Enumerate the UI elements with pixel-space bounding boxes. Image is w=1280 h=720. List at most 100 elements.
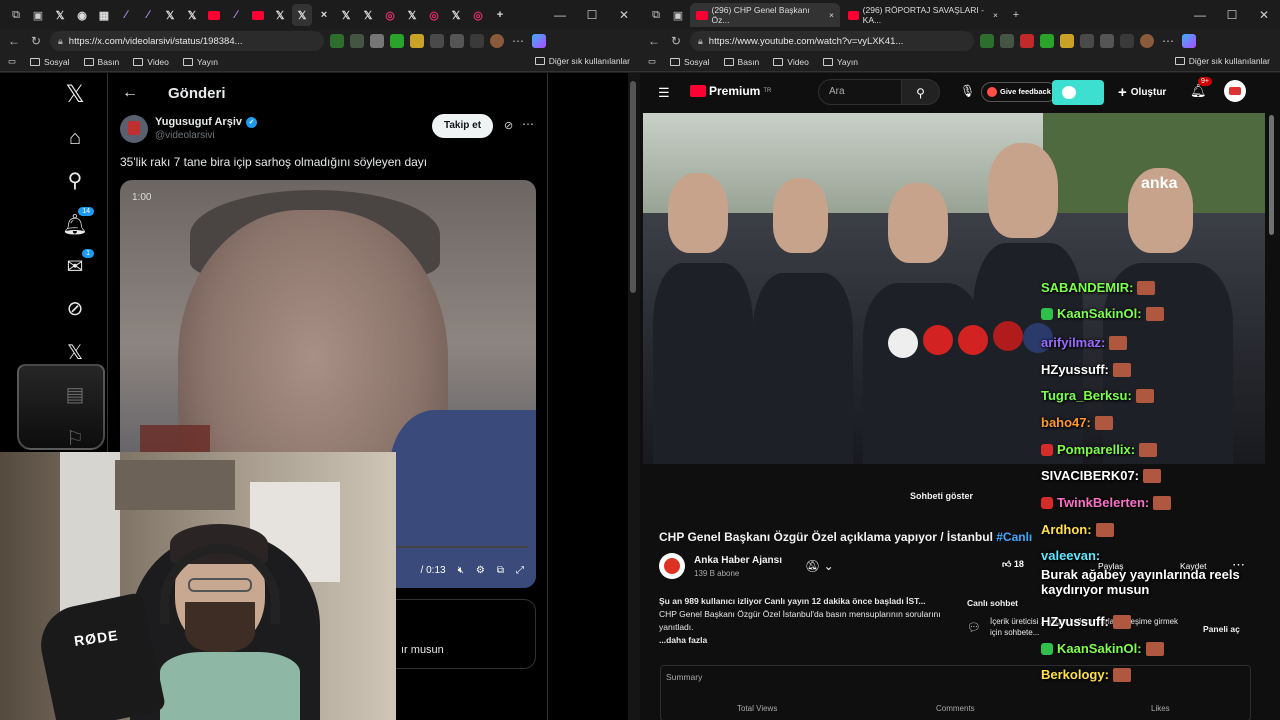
more-icon[interactable]: ⋯ (510, 34, 526, 48)
description-box[interactable]: Şu an 989 kullanıcı izliyor Canlı yayın … (659, 595, 949, 665)
extension-icon[interactable] (410, 34, 424, 48)
more-options-icon[interactable]: ⋯ (522, 117, 534, 131)
search-icon[interactable]: ⚲ (62, 167, 88, 193)
back-icon[interactable]: ← (6, 34, 22, 48)
bookmark-folder[interactable]: Video (133, 57, 169, 67)
tab-x[interactable]: 𝕏 (160, 4, 180, 26)
tab-close-icon[interactable]: × (993, 10, 998, 20)
tab-feather[interactable]: ∕ (226, 4, 246, 26)
create-button[interactable]: + Oluştur (1118, 81, 1166, 103)
author-handle[interactable]: @videolarsivi (155, 130, 215, 141)
scrollbar[interactable] (1266, 113, 1278, 720)
show-chat-button[interactable]: Sohbeti göster (910, 491, 973, 501)
channel-name[interactable]: Anka Haber Ajansı (694, 555, 782, 566)
reading-list-icon[interactable]: ▭ (648, 56, 656, 67)
extension-icon[interactable] (390, 34, 404, 48)
extension-icon[interactable] (980, 34, 994, 48)
favorites-icon[interactable] (450, 34, 464, 48)
profile-icon[interactable] (490, 34, 504, 48)
tab-actions-icon[interactable]: ▣ (668, 5, 688, 25)
more-icon[interactable]: ⋯ (1160, 34, 1176, 48)
settings-icon[interactable]: ⚙ (476, 565, 485, 576)
tab-instagram[interactable]: ◎ (424, 4, 444, 26)
close-window-icon[interactable]: ✕ (1248, 0, 1280, 30)
scrollbar-thumb[interactable] (630, 81, 636, 293)
mute-icon[interactable]: 🔇︎ (458, 565, 464, 576)
close-window-icon[interactable]: ✕ (608, 0, 640, 30)
refresh-icon[interactable]: ↻ (668, 34, 684, 48)
workspaces-icon[interactable]: ⧉ (6, 5, 26, 25)
shield-icon[interactable] (470, 34, 484, 48)
tab-site[interactable]: ▦ (94, 4, 114, 26)
bookmark-folder[interactable]: Sosyal (30, 57, 70, 67)
tab-x[interactable]: 𝕏 (336, 4, 356, 26)
extension-icon[interactable] (330, 34, 344, 48)
favorites-icon[interactable] (1100, 34, 1114, 48)
tab-instagram[interactable]: ◎ (380, 4, 400, 26)
extension-icon[interactable] (350, 34, 364, 48)
tab-x-active[interactable]: 𝕏 (292, 4, 312, 26)
shield-icon[interactable] (1120, 34, 1134, 48)
extension-icon[interactable] (1040, 34, 1054, 48)
grok-explain-icon[interactable]: ⊘ (504, 119, 513, 132)
scrollbar[interactable] (628, 73, 640, 720)
bookmark-folder[interactable]: Video (773, 57, 809, 67)
back-icon[interactable]: ← (646, 34, 662, 48)
pip-icon[interactable]: ⧉ (497, 565, 504, 576)
back-arrow-icon[interactable]: ← (122, 84, 138, 102)
minimize-icon[interactable]: — (1184, 0, 1216, 30)
bookmark-folder[interactable]: Yayın (822, 57, 858, 67)
extension-toggle[interactable] (1052, 80, 1104, 105)
tab-site[interactable]: ◉ (72, 4, 92, 26)
author-avatar[interactable] (120, 115, 148, 143)
copilot-icon[interactable] (1182, 34, 1196, 48)
account-avatar[interactable] (1224, 80, 1246, 102)
refresh-icon[interactable]: ↻ (28, 34, 44, 48)
bookmark-folder[interactable]: Yayın (182, 57, 218, 67)
like-button[interactable]: 👍︎ 18 (1002, 559, 1024, 570)
x-logo-icon[interactable]: 𝕏 (62, 81, 88, 108)
hashtag-link[interactable]: #Canlı (996, 530, 1032, 544)
extension-icon[interactable] (1060, 34, 1074, 48)
extension-icon[interactable] (1000, 34, 1014, 48)
tab-feather[interactable]: ∕ (116, 4, 136, 26)
maximize-icon[interactable]: ☐ (576, 0, 608, 30)
voice-search-icon[interactable]: 🎙︎ (960, 84, 975, 98)
open-panel-button[interactable]: Paneli aç (1203, 624, 1240, 634)
home-icon[interactable]: ⌂ (62, 125, 88, 151)
profile-icon[interactable] (1140, 34, 1154, 48)
other-favorites[interactable]: Diğer sık kullanılanlar (534, 56, 630, 66)
show-more-link[interactable]: ...daha fazla (659, 634, 949, 647)
tab-youtube-chp[interactable]: (296) CHP Genel Başkanı Öz... × (690, 3, 840, 27)
tab-x[interactable]: 𝕏 (50, 4, 70, 26)
notification-bell-icon[interactable]: 🔕︎ ⌄ (805, 559, 834, 573)
menu-icon[interactable]: ☰ (658, 85, 670, 101)
maximize-icon[interactable]: ☐ (1216, 0, 1248, 30)
give-feedback-button[interactable]: Give feedback (981, 82, 1057, 102)
fullscreen-icon[interactable]: ⤢ (516, 565, 524, 576)
bookmark-folder[interactable]: Basın (723, 57, 759, 67)
tab-youtube[interactable] (248, 4, 268, 26)
messages-icon[interactable]: ✉ 1 (62, 249, 94, 279)
url-field[interactable]: 🔒︎ https://x.com/videolarsivi/status/198… (50, 31, 324, 51)
channel-avatar[interactable] (659, 553, 685, 579)
tab-close-icon[interactable]: × (314, 4, 334, 26)
extension-icon[interactable] (1020, 34, 1034, 48)
notifications-icon[interactable]: 🔔︎ 14 (62, 207, 94, 237)
minimize-icon[interactable]: — (544, 0, 576, 30)
tab-x[interactable]: 𝕏 (446, 4, 466, 26)
copilot-icon[interactable] (532, 34, 546, 48)
tab-x[interactable]: 𝕏 (358, 4, 378, 26)
search-button[interactable]: ⚲ (902, 79, 940, 105)
author-name[interactable]: Yugusuguf Arşiv ✓ (155, 116, 257, 128)
premium-x-icon[interactable]: 𝕏 (62, 339, 88, 365)
extension-icon[interactable] (430, 34, 444, 48)
tab-instagram[interactable]: ◎ (468, 4, 488, 26)
tab-x[interactable]: 𝕏 (182, 4, 202, 26)
new-tab-icon[interactable]: + (490, 4, 510, 26)
search-input[interactable]: Ara (818, 79, 902, 105)
tab-youtube[interactable] (204, 4, 224, 26)
bookmark-folder[interactable]: Sosyal (670, 57, 710, 67)
other-favorites[interactable]: Diğer sık kullanılanlar (1174, 56, 1270, 66)
bookmark-folder[interactable]: Basın (83, 57, 119, 67)
